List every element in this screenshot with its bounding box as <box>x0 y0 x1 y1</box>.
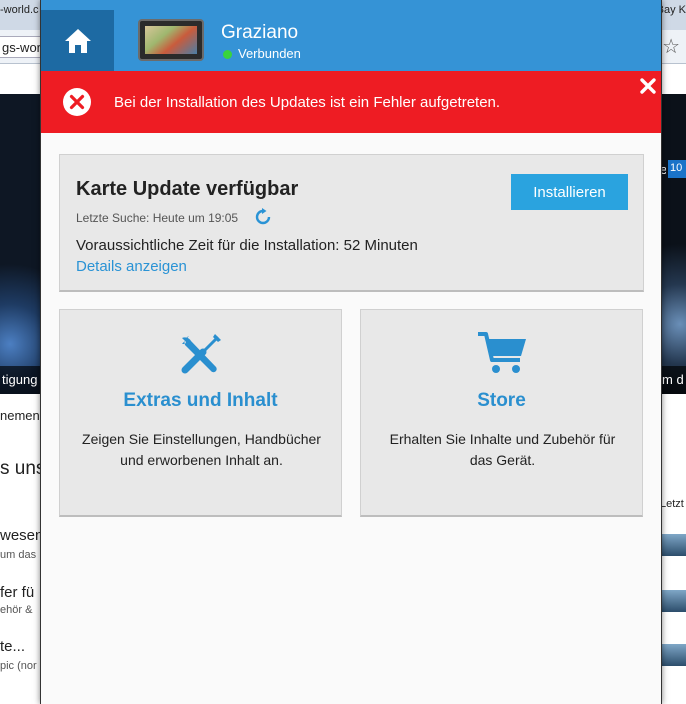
last-search-timestamp: Letzte Suche: Heute um 19:05 <box>76 211 239 225</box>
error-banner: Bei der Installation des Updates ist ein… <box>41 71 661 133</box>
thumbnail-image[interactable] <box>660 590 686 612</box>
list-item-subtext: pic (nor <box>0 660 37 672</box>
list-item-subtext: ehör & <box>0 604 33 616</box>
connected-status-dot-icon <box>223 50 232 59</box>
store-tile[interactable]: Store Erhalten Sie Inhalte und Zubehör f… <box>360 309 643 517</box>
thumbnail-image[interactable] <box>660 534 686 556</box>
store-tile-title: Store <box>477 390 526 411</box>
device-screen-map <box>145 26 197 54</box>
thumbnail-image[interactable] <box>660 644 686 666</box>
store-tile-description: Erhalten Sie Inhalte und Zubehör für das… <box>389 431 616 468</box>
page-side-list: Letzt <box>660 394 686 704</box>
tools-icon <box>181 334 221 374</box>
home-button[interactable] <box>41 10 114 71</box>
device-image <box>138 19 204 61</box>
garmin-express-window: Graziano Verbunden Bei der Installation … <box>40 0 662 704</box>
error-message: Bei der Installation des Updates ist ein… <box>114 94 501 111</box>
error-circle-x-icon <box>63 88 91 116</box>
device-header: Graziano Verbunden <box>41 0 661 71</box>
extras-and-content-tile[interactable]: Extras und Inhalt Zeigen Sie Einstellung… <box>59 309 342 517</box>
install-button[interactable]: Installieren <box>511 174 628 210</box>
estimated-install-time: Voraussichtliche Zeit für die Installati… <box>76 237 418 254</box>
notification-badge: 10 <box>668 160 686 178</box>
bookmark-star-icon[interactable]: ☆ <box>662 34 680 59</box>
hero-image-left <box>0 94 40 394</box>
list-item[interactable]: te... <box>0 638 25 655</box>
list-item[interactable]: wesen <box>0 527 40 544</box>
close-icon[interactable] <box>639 77 657 95</box>
page-article-list: nemen s unse wesen um das fer fü ehör & … <box>0 394 40 704</box>
shopping-cart-icon <box>477 332 526 373</box>
extras-tile-description: Zeigen Sie Einstellungen, Handbücher und… <box>82 431 321 468</box>
hero-image-right <box>660 94 686 394</box>
update-title: Karte Update verfügbar <box>76 178 299 200</box>
list-item-subtext: um das <box>0 549 37 561</box>
hero-caption-right[interactable]: m d <box>660 366 686 394</box>
list-heading: s unse <box>0 458 40 479</box>
list-item[interactable]: nemen <box>0 408 40 423</box>
extras-tile-title: Extras und Inhalt <box>123 390 278 411</box>
side-list-heading: Letzt <box>660 498 684 510</box>
device-status: Verbunden <box>238 46 301 61</box>
list-item[interactable]: fer fü <box>0 584 34 601</box>
home-icon <box>64 28 91 53</box>
details-link[interactable]: Details anzeigen <box>76 258 187 275</box>
device-name: Graziano <box>221 22 299 43</box>
hero-caption-left[interactable]: tigung <box>0 366 40 394</box>
map-update-card: Karte Update verfügbar Letzte Suche: Heu… <box>59 154 644 292</box>
refresh-icon[interactable] <box>254 208 272 226</box>
browser-tab-title[interactable]: -world.c <box>0 4 39 16</box>
